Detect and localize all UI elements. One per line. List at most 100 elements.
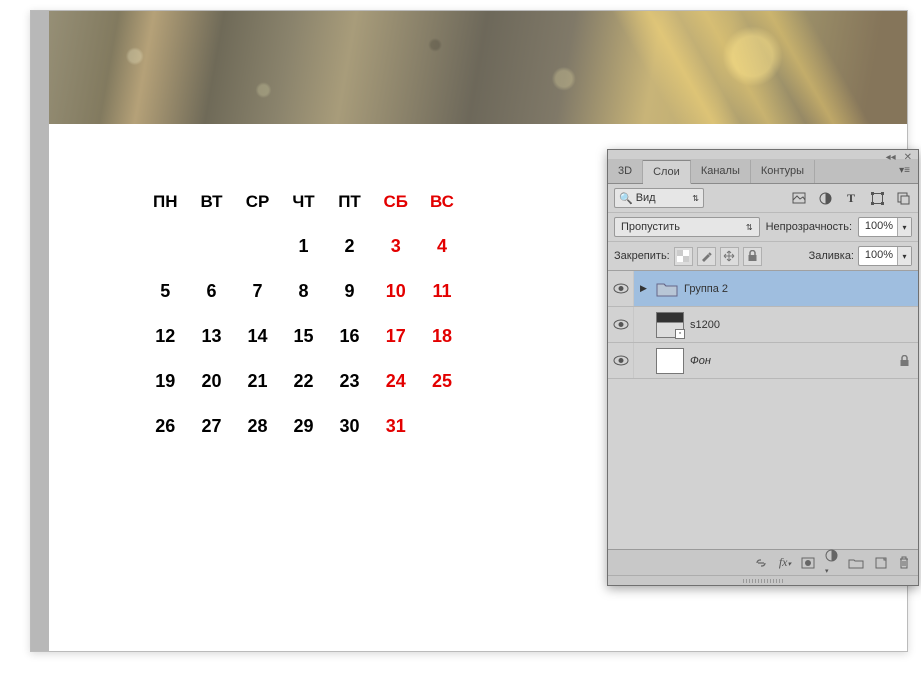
day-header-weekend: ВС <box>430 192 454 212</box>
ruler-vertical <box>31 11 49 651</box>
calendar-cell: 22 <box>292 371 316 392</box>
filter-pixel-icon[interactable] <box>790 189 808 207</box>
layer-thumbnail: ▫ <box>656 312 684 338</box>
lock-fill-row: Закрепить: Заливка: 100% ▾ <box>608 242 918 271</box>
calendar-cell: 29 <box>292 416 316 437</box>
layer-name: s1200 <box>690 319 720 331</box>
calendar-cell-weekend: 10 <box>384 281 409 302</box>
layer-style-icon[interactable]: fx▾ <box>779 555 791 570</box>
calendar-cell: 19 <box>153 371 178 392</box>
chevron-down-icon[interactable]: ▾ <box>897 218 911 236</box>
calendar-cell: 30 <box>338 416 362 437</box>
calendar-week-row: 12 13 14 15 16 17 18 <box>153 326 454 347</box>
layer-row-image[interactable]: ▫ s1200 <box>608 307 918 343</box>
lock-label: Закрепить: <box>614 250 670 262</box>
calendar-cell: 8 <box>292 281 316 302</box>
calendar-cell: 13 <box>200 326 224 347</box>
visibility-toggle[interactable] <box>608 343 634 378</box>
lock-position-button[interactable] <box>720 247 739 266</box>
calendar-cell: 23 <box>338 371 362 392</box>
layer-mask-icon[interactable] <box>801 557 815 569</box>
opacity-input[interactable]: 100% ▾ <box>858 217 912 237</box>
layer-thumbnail <box>656 348 684 374</box>
calendar-cell: 12 <box>153 326 178 347</box>
day-header: ВТ <box>200 192 224 212</box>
panel-title-bar[interactable]: ◂◂ ✕ <box>608 150 918 160</box>
lock-all-button[interactable] <box>743 247 762 266</box>
day-header: ПН <box>153 192 178 212</box>
calendar-cell: 6 <box>200 281 224 302</box>
calendar-header-row: ПН ВТ СР ЧТ ПТ СБ ВС <box>153 192 454 212</box>
chevron-updown-icon: ⇅ <box>692 194 699 203</box>
panel-menu-icon[interactable]: ▾≡ <box>891 160 918 183</box>
fill-input[interactable]: 100% ▾ <box>858 246 912 266</box>
layer-row-group[interactable]: ▶ Группа 2 <box>608 271 918 307</box>
calendar-cell: 28 <box>246 416 270 437</box>
header-photo-band <box>49 11 907 124</box>
panel-footer: fx▾ ▾ <box>608 549 918 575</box>
blend-mode-value: Пропустить <box>621 221 680 233</box>
visibility-toggle[interactable] <box>608 271 634 306</box>
calendar-cell-weekend: 18 <box>430 326 454 347</box>
chevron-updown-icon: ⇅ <box>746 223 753 232</box>
lock-pixels-button[interactable] <box>697 247 716 266</box>
calendar-cell: 1 <box>292 236 316 257</box>
day-header: СР <box>246 192 270 212</box>
resize-grip[interactable] <box>608 575 918 585</box>
calendar-grid: ПН ВТ СР ЧТ ПТ СБ ВС 1 2 3 4 <box>131 168 476 461</box>
calendar-cell-weekend: 11 <box>430 281 454 302</box>
tab-paths[interactable]: Контуры <box>751 160 815 183</box>
filter-label: Вид <box>633 192 693 204</box>
lock-transparent-button[interactable] <box>674 247 693 266</box>
filter-adjustment-icon[interactable] <box>816 189 834 207</box>
layer-name: Группа 2 <box>684 283 728 295</box>
day-header: ЧТ <box>292 192 316 212</box>
calendar-cell-weekend: 17 <box>384 326 409 347</box>
calendar-cell: 21 <box>246 371 270 392</box>
calendar-cell-weekend: 31 <box>384 416 409 437</box>
tab-layers[interactable]: Слои <box>643 160 691 184</box>
blend-mode-select[interactable]: Пропустить ⇅ <box>614 217 760 237</box>
link-layers-icon[interactable] <box>753 558 769 568</box>
calendar-cell-weekend: 3 <box>384 236 409 257</box>
fill-value: 100% <box>859 247 897 265</box>
calendar-week-row: 19 20 21 22 23 24 25 <box>153 371 454 392</box>
calendar-week-row: 1 2 3 4 <box>153 236 454 257</box>
filter-type-icon[interactable]: T <box>842 189 860 207</box>
layer-filter-select[interactable]: 🔍 Вид ⇅ <box>614 188 704 208</box>
layers-list: ▶ Группа 2 ▫ s1200 Фон <box>608 271 918 549</box>
chevron-down-icon[interactable]: ▾ <box>897 247 911 265</box>
search-icon: 🔍 <box>619 192 633 205</box>
layer-name: Фон <box>690 355 711 367</box>
calendar-cell-weekend: 4 <box>430 236 454 257</box>
tab-3d[interactable]: 3D <box>608 160 643 183</box>
filter-smart-icon[interactable] <box>894 189 912 207</box>
new-group-icon[interactable] <box>848 557 864 569</box>
day-header: ПТ <box>338 192 362 212</box>
layer-row-background[interactable]: Фон <box>608 343 918 379</box>
layers-panel[interactable]: ◂◂ ✕ 3D Слои Каналы Контуры ▾≡ 🔍 Вид ⇅ T <box>607 149 919 586</box>
close-icon[interactable]: ✕ <box>904 152 912 163</box>
calendar-cell: 7 <box>246 281 270 302</box>
filter-row: 🔍 Вид ⇅ T <box>608 184 918 213</box>
disclosure-triangle-icon[interactable]: ▶ <box>640 283 650 294</box>
calendar-week-row: 5 6 7 8 9 10 11 <box>153 281 454 302</box>
day-header-weekend: СБ <box>384 192 409 212</box>
adjustment-layer-icon[interactable]: ▾ <box>825 549 838 576</box>
panel-tabs: 3D Слои Каналы Контуры ▾≡ <box>608 160 918 184</box>
opacity-value: 100% <box>859 218 897 236</box>
delete-layer-icon[interactable] <box>898 556 910 569</box>
calendar-cell-weekend <box>430 416 454 437</box>
tab-channels[interactable]: Каналы <box>691 160 751 183</box>
new-layer-icon[interactable] <box>874 557 888 569</box>
collapse-icon[interactable]: ◂◂ <box>886 152 896 163</box>
calendar-cell: 15 <box>292 326 316 347</box>
calendar-cell: 20 <box>200 371 224 392</box>
folder-icon <box>656 280 678 298</box>
calendar-week-row: 26 27 28 29 30 31 <box>153 416 454 437</box>
visibility-toggle[interactable] <box>608 307 634 342</box>
calendar-cell <box>246 236 270 257</box>
filter-shape-icon[interactable] <box>868 189 886 207</box>
calendar-cell: 26 <box>153 416 178 437</box>
layers-empty-area[interactable] <box>608 379 918 549</box>
